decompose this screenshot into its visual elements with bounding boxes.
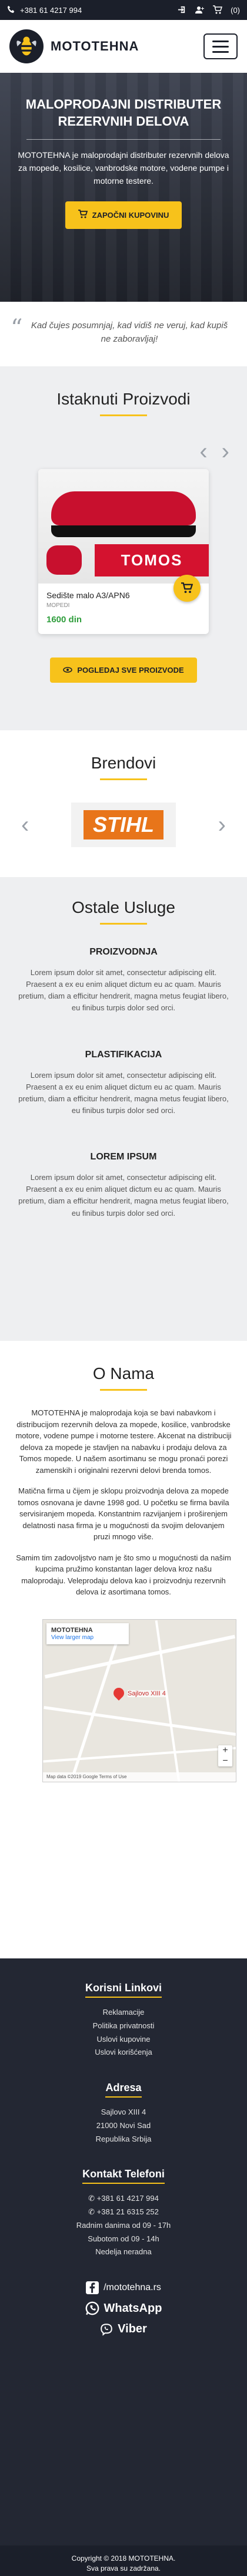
title-underline	[100, 778, 147, 780]
about-paragraph: Matična firma u čijem je sklopu proizvod…	[18, 1486, 229, 1541]
quote-section: “ Kad čujes posumnjaj, kad vidiš ne veru…	[0, 302, 247, 366]
menu-toggle-button[interactable]	[203, 33, 238, 59]
wasp-logo-icon[interactable]	[9, 29, 44, 63]
address-country: Republika Srbija	[95, 2134, 152, 2143]
about-paragraph: Samim tim zadovoljstvo nam je što smo u …	[16, 1553, 231, 1597]
stihl-logo[interactable]: STIHL	[71, 803, 176, 847]
top-bar: +381 61 4217 994 (0)	[0, 0, 247, 20]
footer-link-terms-of-purchase[interactable]: Uslovi kupovine	[12, 2033, 235, 2046]
working-hours-weekdays: Radnim danima od 09 - 17h	[76, 2220, 171, 2230]
about-title: O Nama	[92, 1364, 155, 1383]
phone-icon: ✆	[88, 2194, 95, 2203]
working-hours-sunday: Nedelja neradna	[95, 2247, 152, 2257]
footer-link-terms-of-use[interactable]: Uslovi korišćenja	[12, 2046, 235, 2059]
service-item: LOREM IPSUM Lorem ipsum dolor sit amet, …	[14, 1152, 233, 1219]
top-phone[interactable]: +381 61 4217 994	[7, 5, 82, 15]
whatsapp-icon	[85, 2301, 99, 2315]
viber-link[interactable]: Viber	[12, 2322, 235, 2336]
copyright-line-1: Copyright © 2018 MOTOTEHNA.	[71, 2554, 176, 2562]
map-place-name: MOTOTEHNA	[51, 1626, 93, 1634]
title-underline	[100, 923, 147, 925]
chevron-right-icon[interactable]: ›	[218, 813, 226, 837]
hamburger-icon	[212, 40, 229, 42]
start-shopping-label: ZAPOČNI KUPOVINU	[92, 211, 169, 220]
chevron-left-icon[interactable]: ‹	[21, 813, 29, 837]
cart-icon	[78, 210, 88, 221]
site-footer: Korisni Linkovi Reklamacije Politika pri…	[0, 1958, 247, 2545]
footer-phone-landline[interactable]: ✆ +381 21 6315 252	[12, 2206, 235, 2219]
map-pin-label: Sajlovo XIII 4	[128, 1690, 166, 1697]
title-underline	[100, 414, 147, 416]
add-to-cart-button[interactable]	[173, 575, 201, 602]
quote-text: Kad čujes posumnjaj, kad vidiš ne veruj,…	[31, 321, 228, 344]
about-paragraph: MOTOTEHNA je maloprodaja koja se bavi na…	[15, 1408, 232, 1475]
login-icon[interactable]	[178, 5, 187, 15]
services-section: Ostale Usluge PROIZVODNJA Lorem ipsum do…	[0, 877, 247, 1341]
site-logo-text[interactable]: MOTOTEHNA	[51, 39, 139, 54]
view-all-label: POGLEDAJ SVE PROIZVODE	[77, 666, 184, 675]
whatsapp-link[interactable]: WhatsApp	[12, 2301, 235, 2315]
footer-phone-mobile[interactable]: ✆ +381 61 4217 994	[12, 2192, 235, 2206]
product-card[interactable]: TOMOS Sedište malo A3/APN6 MOPEDI 1600 d…	[38, 469, 209, 634]
service-item: PLASTIFIKACIJA Lorem ipsum dolor sit ame…	[14, 1050, 233, 1117]
about-section: O Nama MOTOTEHNA je maloprodaja koja se …	[0, 1341, 247, 1958]
featured-title: Istaknuti Proizvodi	[56, 390, 191, 408]
facebook-link[interactable]: /mototehna.rs	[12, 2281, 235, 2294]
start-shopping-button[interactable]: ZAPOČNI KUPOVINU	[65, 201, 182, 230]
hero-text: MOTOTEHNA je maloprodajni distributer re…	[18, 150, 229, 186]
google-map[interactable]: MOTOTEHNA View larger map Sajlovo XIII 4…	[42, 1619, 236, 1782]
map-zoom-control[interactable]: + −	[218, 1745, 232, 1766]
service-text: Lorem ipsum dolor sit amet, consectetur …	[18, 1070, 229, 1115]
service-item: PROIZVODNJA Lorem ipsum dolor sit amet, …	[14, 947, 233, 1014]
service-title: PLASTIFIKACIJA	[85, 1049, 162, 1060]
chevron-right-icon[interactable]: ›	[222, 440, 229, 463]
hero-title: MALOPRODAJNI DISTRIBUTER REZERVNIH DELOV…	[25, 97, 222, 129]
map-pin-icon[interactable]	[111, 1685, 126, 1701]
hero-section: MALOPRODAJNI DISTRIBUTER REZERVNIH DELOV…	[0, 73, 247, 302]
footer-contact-title: Kontakt Telefoni	[82, 2168, 165, 2184]
cart-icon[interactable]	[213, 5, 223, 15]
facebook-icon	[86, 2281, 99, 2294]
service-title: LOREM IPSUM	[90, 1152, 157, 1162]
product-price: 1600 din	[46, 615, 82, 625]
footer-link-reklamacije[interactable]: Reklamacije	[12, 2006, 235, 2019]
map-info-card: MOTOTEHNA View larger map	[46, 1623, 129, 1644]
add-user-icon[interactable]	[195, 5, 205, 15]
site-header: MOTOTEHNA	[0, 20, 247, 73]
top-phone-number: +381 61 4217 994	[20, 5, 82, 15]
working-hours-saturday: Subotom od 09 - 14h	[88, 2234, 159, 2243]
cart-plus-icon	[181, 582, 193, 594]
quote-icon: “	[11, 315, 23, 342]
services-title: Ostale Usluge	[72, 898, 175, 916]
carousel-controls: ‹ ›	[18, 440, 229, 463]
address-city: 21000 Novi Sad	[96, 2120, 151, 2130]
featured-products-section: Istaknuti Proizvodi ‹ › TOMOS Sedište ma…	[0, 366, 247, 730]
service-text: Lorem ipsum dolor sit amet, consectetur …	[18, 1173, 229, 1218]
cart-count[interactable]: (0)	[231, 6, 240, 15]
eye-icon	[63, 666, 73, 675]
copyright-bar: Copyright © 2018 MOTOTEHNA. Sva prava su…	[0, 2545, 247, 2576]
address-street: Sajlovo XIII 4	[101, 2108, 146, 2116]
footer-links-title: Korisni Linkovi	[85, 1982, 162, 1998]
brands-section: Brendovi ‹ STIHL ›	[0, 730, 247, 877]
title-underline	[100, 1389, 147, 1391]
view-larger-map-link[interactable]: View larger map	[51, 1634, 94, 1641]
phone-icon: ✆	[88, 2207, 95, 2216]
product-image[interactable]: TOMOS	[38, 469, 209, 584]
tomos-banner: TOMOS	[95, 544, 209, 576]
viber-icon	[101, 2323, 112, 2336]
chevron-left-icon[interactable]: ‹	[199, 440, 207, 463]
service-text: Lorem ipsum dolor sit amet, consectetur …	[18, 968, 229, 1013]
hero-divider	[26, 139, 221, 140]
footer-address-title: Adresa	[105, 2082, 142, 2098]
phone-icon	[7, 5, 16, 15]
service-title: PROIZVODNJA	[89, 947, 158, 957]
brands-title: Brendovi	[91, 754, 156, 772]
copyright-line-2: Sva prava su zadržana.	[86, 2564, 161, 2572]
footer-link-privacy[interactable]: Politika privatnosti	[12, 2019, 235, 2033]
view-all-products-button[interactable]: POGLEDAJ SVE PROIZVODE	[50, 658, 197, 683]
product-category: MOPEDI	[46, 602, 70, 609]
map-attribution: Map data ©2019 Google Terms of Use	[43, 1772, 236, 1782]
